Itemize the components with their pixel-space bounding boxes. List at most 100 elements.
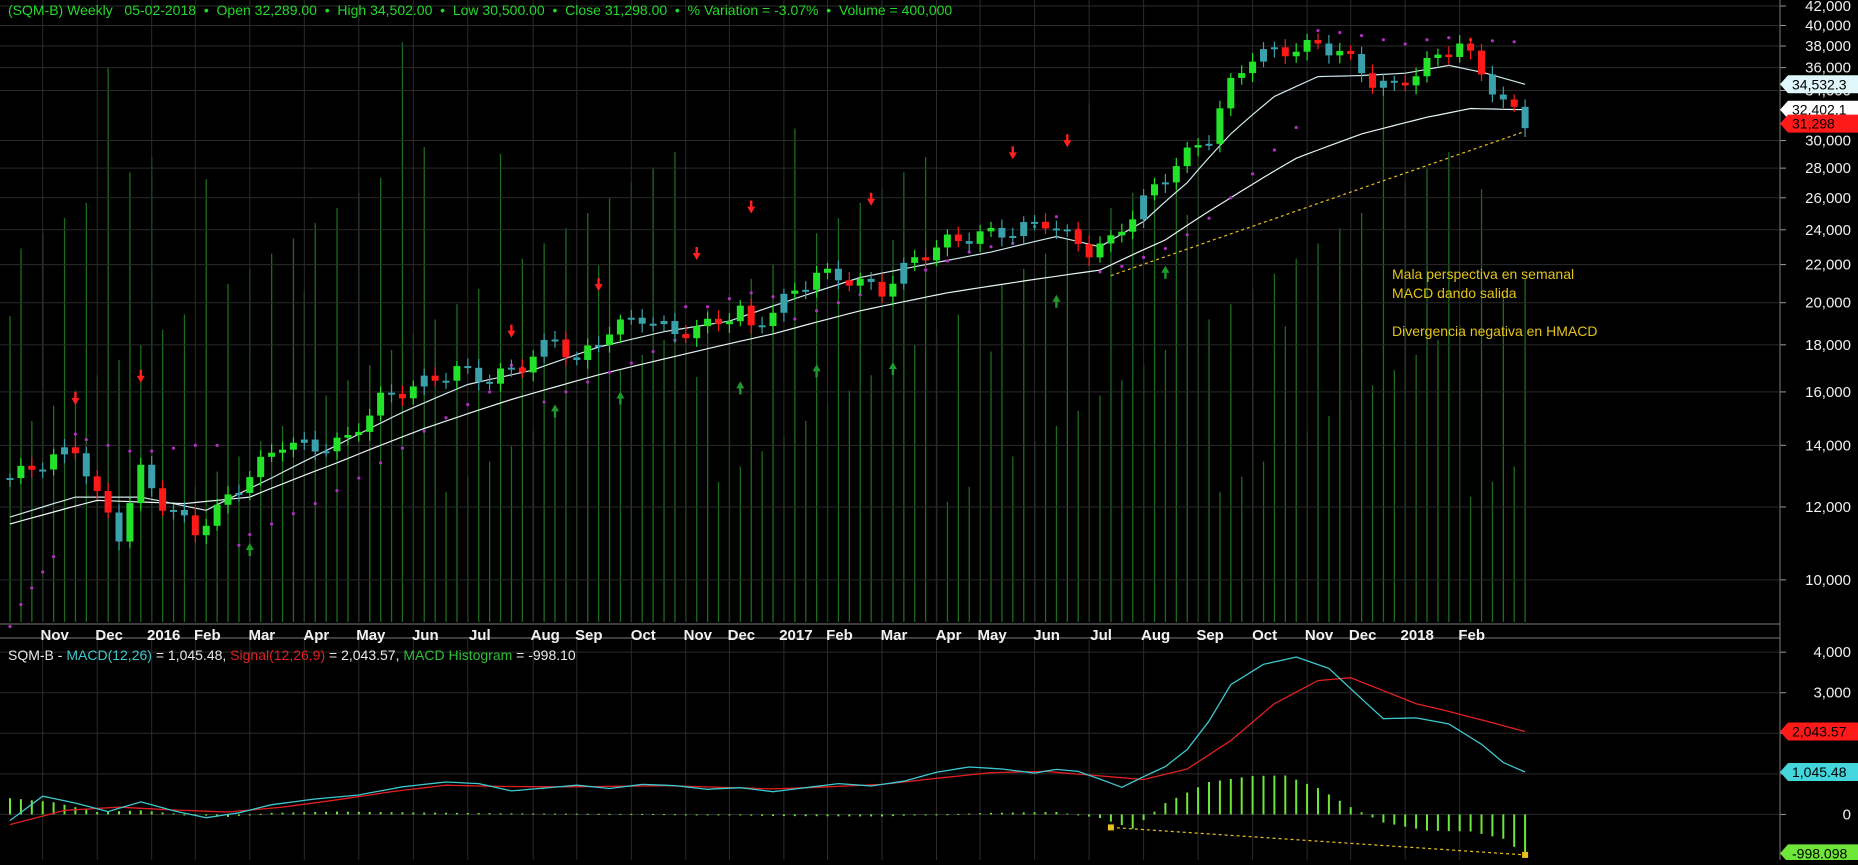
candle-body — [715, 318, 722, 325]
volume-bar — [1382, 77, 1385, 622]
volume-bar — [870, 375, 872, 622]
histogram-bar — [270, 812, 273, 815]
candle-body — [1303, 39, 1311, 52]
volume-bar — [1241, 476, 1243, 622]
candle-body — [388, 392, 395, 395]
histogram-bar — [445, 812, 447, 815]
candle-body — [497, 368, 504, 384]
volume-bar — [227, 283, 229, 622]
volume-bar — [946, 502, 949, 622]
histogram-bar — [1011, 812, 1014, 815]
histogram-bar — [902, 814, 905, 816]
candle-body — [507, 367, 515, 370]
sar-dot — [607, 370, 612, 375]
histogram-bar — [1109, 814, 1112, 822]
histogram-bar — [488, 813, 491, 815]
candle-body — [82, 453, 90, 477]
candle-body — [1161, 182, 1169, 185]
candle-body — [1205, 143, 1213, 146]
macd-tick-label: 3,000 — [1813, 685, 1851, 702]
volume-bar — [489, 461, 491, 622]
histogram-bar — [205, 814, 208, 816]
candle-body — [562, 339, 570, 358]
volume-bar — [31, 420, 33, 622]
histogram-name: MACD Histogram — [403, 647, 513, 663]
candle-body — [878, 281, 886, 297]
price-tick-label: 10,000 — [1805, 572, 1851, 589]
sar-dot — [1142, 255, 1146, 259]
histogram-bar — [673, 814, 676, 816]
volume-bar — [1448, 152, 1450, 622]
candle-body — [1042, 221, 1049, 229]
volume-bar — [805, 420, 807, 622]
volume-bar — [510, 446, 513, 622]
histogram-bar — [423, 812, 426, 815]
histogram-bar — [891, 814, 894, 817]
histogram-bar — [1240, 777, 1243, 815]
time-tick-label: Jul — [469, 627, 491, 644]
histogram-bar — [455, 812, 458, 815]
candle-body — [1270, 47, 1278, 50]
annotation-line-3: Divergencia negativa en HMACD — [1392, 323, 1598, 339]
sar-dot — [41, 570, 45, 574]
histogram-bar — [586, 813, 589, 815]
volume-bar — [9, 316, 11, 622]
candle-body — [1118, 231, 1126, 236]
histogram-bar — [390, 812, 393, 815]
sar-dot — [1120, 264, 1124, 268]
histogram-bar — [1480, 814, 1483, 834]
volume-bar — [903, 172, 905, 622]
time-tick-label: 2016 — [147, 627, 180, 644]
histogram-bar — [804, 814, 807, 817]
histogram-bar — [1099, 814, 1101, 819]
histogram-bar — [1175, 797, 1178, 815]
volume-bar — [696, 376, 698, 622]
histogram-value: = -998.10 — [516, 647, 576, 663]
histogram-bar — [1284, 775, 1287, 815]
histogram-bar — [630, 813, 633, 815]
candle-body — [518, 367, 526, 373]
histogram-bar — [1088, 814, 1091, 817]
histogram-bar — [1404, 814, 1407, 827]
histogram-bar — [248, 814, 251, 816]
candle-body — [1151, 184, 1158, 196]
time-tick-label: Jul — [1090, 627, 1112, 644]
signal-value: = 2,043.57, — [329, 647, 400, 663]
time-tick-label: Nov — [41, 627, 70, 644]
time-tick-label: Aug — [1141, 627, 1170, 644]
histogram-bar — [695, 814, 698, 816]
histogram-bar — [150, 811, 153, 815]
candle-body — [769, 312, 777, 327]
sar-dot — [924, 268, 928, 272]
histogram-bar — [96, 812, 99, 815]
ema-fast-tag-text: 34,532.3 — [1792, 76, 1847, 92]
histogram-bar — [739, 814, 742, 816]
histogram-bar — [532, 813, 535, 815]
histogram-bar — [1251, 775, 1254, 815]
low-label: Low 30,500.00 — [452, 2, 545, 18]
candle-body — [1260, 49, 1267, 62]
candle-body — [333, 437, 341, 452]
volume-bar — [347, 380, 349, 622]
sar-dot — [1360, 34, 1364, 38]
sar-dot — [1490, 39, 1494, 43]
sar-dot — [651, 349, 655, 354]
histogram-bar — [772, 814, 774, 817]
histogram-bar — [1022, 812, 1025, 815]
histogram-bar — [1208, 781, 1210, 815]
candle-body — [1194, 145, 1202, 148]
candle-body — [584, 345, 592, 360]
volume-bar — [20, 248, 22, 622]
volume-bar — [1502, 294, 1504, 622]
histogram-bar — [303, 812, 306, 815]
candle-body — [104, 490, 112, 513]
sar-dot — [586, 380, 590, 384]
volume-bar — [1077, 410, 1079, 622]
histogram-bar — [1458, 814, 1461, 832]
close-price-tag: 31,298 — [1780, 114, 1858, 133]
histogram-bar — [935, 814, 938, 816]
candle-body — [1031, 221, 1039, 224]
chart-canvas[interactable]: 42,00040,00038,00036,00034,00030,00028,0… — [0, 0, 1858, 863]
volume-bar — [1273, 273, 1276, 622]
histogram-bar — [663, 814, 665, 816]
